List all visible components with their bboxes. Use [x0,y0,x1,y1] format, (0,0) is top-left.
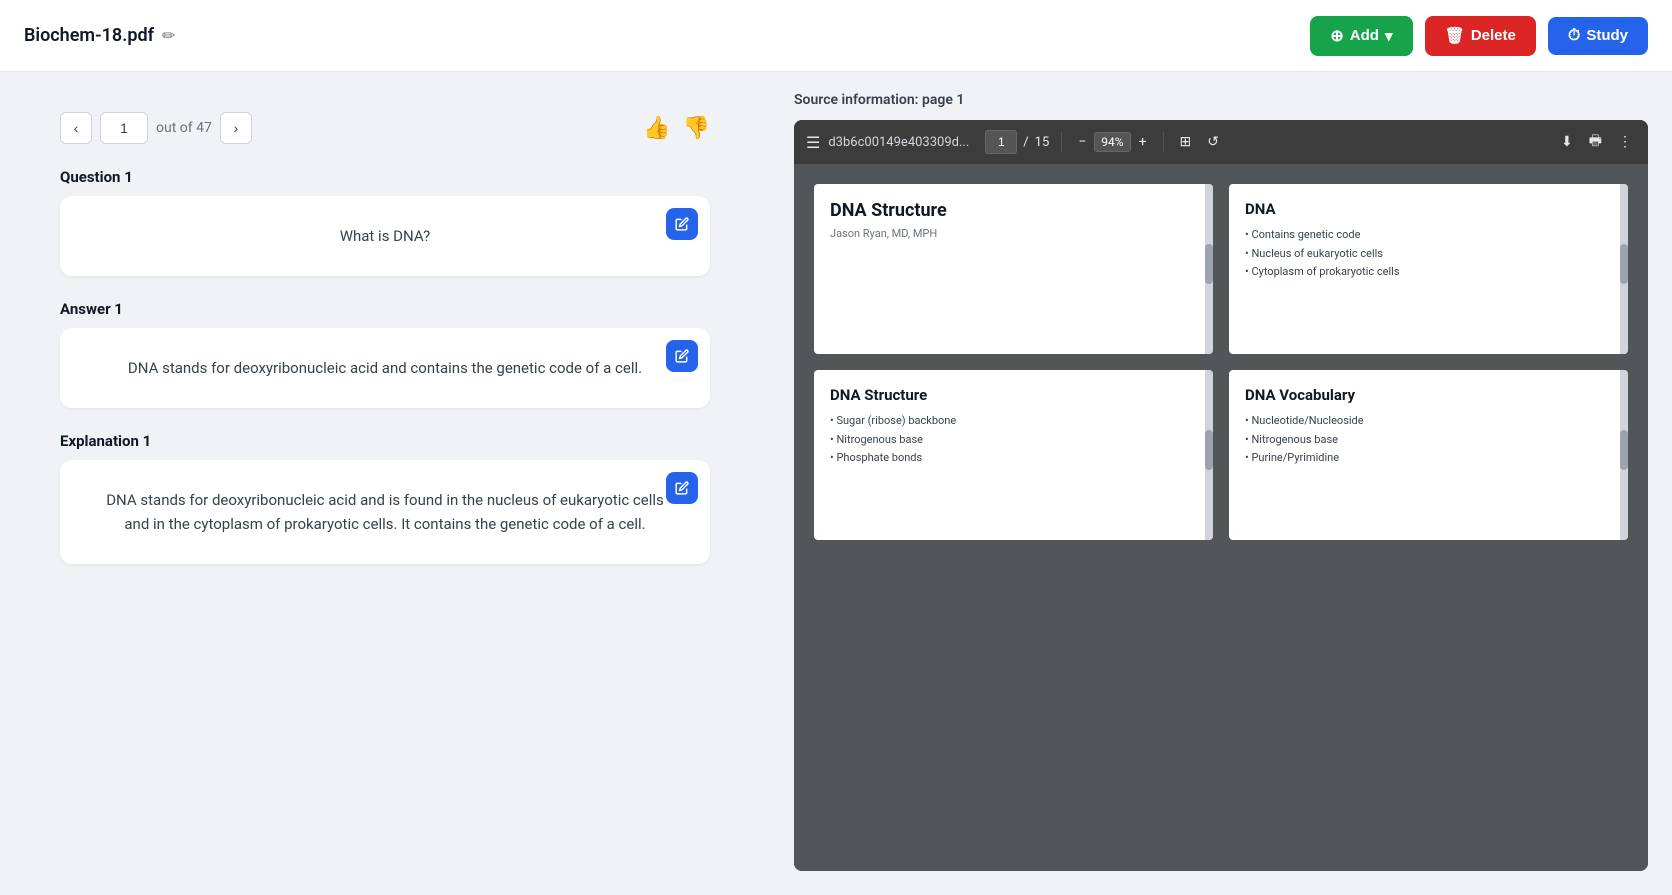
slide-3-scrollbar-thumb [1205,430,1213,470]
slide-3-bullet-2: Nitrogenous base [830,431,1197,450]
left-panel: ‹ out of 47 › 👍 👎 Question 1 What [0,72,770,895]
question-label: Question 1 [60,168,710,186]
page-number-input[interactable] [100,112,148,144]
next-page-button[interactable]: › [220,112,252,144]
slide-1-title: DNA Structure [830,200,1197,221]
study-icon: ⏱ [1568,27,1580,45]
pagination-controls: ‹ out of 47 › [60,112,252,144]
slide-3-header: DNA Structure [830,386,1197,404]
add-icon: ⊕ [1330,26,1343,46]
slide-2-bullet-3: Cytoplasm of prokaryotic cells [1245,263,1612,282]
delete-button[interactable]: 🗑 Delete [1425,16,1536,56]
answer-card: DNA stands for deoxyribonucleic acid and… [60,328,710,408]
slide-1-subtitle: Jason Ryan, MD, MPH [830,227,1197,240]
pdf-fit-page-icon[interactable]: ⊞ [1176,132,1196,152]
pdf-print-icon[interactable]: 🖶 [1585,128,1606,156]
slide-2: DNA Contains genetic code Nucleus of euk… [1229,184,1628,354]
study-label: Study [1586,27,1628,44]
pdf-separator-2 [1163,132,1164,152]
slide-4-inner: DNA Vocabulary Nucleotide/Nucleoside Nit… [1229,370,1628,540]
slide-4-header: DNA Vocabulary [1245,386,1612,404]
study-button[interactable]: ⏱ Study [1548,17,1648,55]
header-left: Biochem-18.pdf ✏ [24,25,175,46]
rating-icons: 👍 👎 [643,116,710,141]
slide-2-scrollbar-thumb [1620,244,1628,284]
slide-4-scrollbar[interactable] [1620,370,1628,540]
pdf-viewer: ☰ d3b6c00149e403309d... / 15 − 94% + ⊞ ↺… [794,120,1648,871]
pdf-total-pages: 15 [1035,135,1050,150]
header: Biochem-18.pdf ✏ ⊕ Add ▾ 🗑 Delete ⏱ Stud… [0,0,1672,72]
slide-3: DNA Structure Sugar (ribose) backbone Ni… [814,370,1213,540]
slide-3-bullet-1: Sugar (ribose) backbone [830,412,1197,431]
answer-edit-button[interactable] [666,340,698,372]
slide-3-scrollbar[interactable] [1205,370,1213,540]
slide-4-bullet-1: Nucleotide/Nucleoside [1245,412,1612,431]
pdf-filename: d3b6c00149e403309d... [828,135,969,150]
answer-section: Answer 1 DNA stands for deoxyribonucleic… [60,300,710,408]
right-panel: Source information: page 1 ☰ d3b6c00149e… [770,72,1672,895]
zoom-in-icon[interactable]: + [1135,132,1151,152]
slide-4: DNA Vocabulary Nucleotide/Nucleoside Nit… [1229,370,1628,540]
delete-icon: 🗑 [1445,26,1465,46]
slide-1: DNA Structure Jason Ryan, MD, MPH [814,184,1213,354]
thumbs-up-icon[interactable]: 👍 [643,116,670,141]
question-text: What is DNA? [92,224,678,248]
pdf-page-input[interactable] [985,130,1017,154]
slide-4-scrollbar-thumb [1620,430,1628,470]
slide-1-scrollbar[interactable] [1205,184,1213,354]
slide-3-inner: DNA Structure Sugar (ribose) backbone Ni… [814,370,1213,540]
explanation-section: Explanation 1 DNA stands for deoxyribonu… [60,432,710,564]
pdf-zoom-value: 94% [1094,132,1130,152]
answer-label: Answer 1 [60,300,710,318]
header-right: ⊕ Add ▾ 🗑 Delete ⏱ Study [1310,16,1648,56]
pdf-page-divider: / [1023,135,1028,150]
explanation-text: DNA stands for deoxyribonucleic acid and… [92,488,678,536]
question-section: Question 1 What is DNA? [60,168,710,276]
document-title: Biochem-18.pdf [24,25,154,46]
add-button[interactable]: ⊕ Add ▾ [1310,16,1412,56]
pdf-separator-1 [1061,132,1062,152]
pdf-more-icon[interactable]: ⋮ [1614,132,1636,152]
edit-title-icon[interactable]: ✏ [162,26,175,45]
slide-2-scrollbar[interactable] [1620,184,1628,354]
thumbs-down-icon[interactable]: 👎 [683,116,710,141]
source-label: Source information: page 1 [794,92,1648,108]
slide-3-bullet-3: Phosphate bonds [830,449,1197,468]
explanation-label: Explanation 1 [60,432,710,450]
pdf-rotate-icon[interactable]: ↺ [1203,132,1223,152]
slide-4-bullet-3: Purine/Pyrimidine [1245,449,1612,468]
slide-2-bullet-1: Contains genetic code [1245,226,1612,245]
slides-grid: DNA Structure Jason Ryan, MD, MPH DNA Co… [814,184,1628,540]
slide-2-inner: DNA Contains genetic code Nucleus of euk… [1229,184,1628,354]
add-label: Add [1350,27,1379,44]
slide-2-header: DNA [1245,200,1612,218]
delete-label: Delete [1471,27,1516,44]
pdf-download-icon[interactable]: ⬇ [1557,132,1577,152]
main-layout: ‹ out of 47 › 👍 👎 Question 1 What [0,72,1672,895]
pagination-bar: ‹ out of 47 › 👍 👎 [60,112,710,144]
pdf-menu-icon[interactable]: ☰ [806,133,820,152]
pdf-content: DNA Structure Jason Ryan, MD, MPH DNA Co… [794,164,1648,871]
answer-text: DNA stands for deoxyribonucleic acid and… [92,356,678,380]
prev-page-button[interactable]: ‹ [60,112,92,144]
pdf-page-controls: / 15 [985,130,1049,154]
pdf-toolbar: ☰ d3b6c00149e403309d... / 15 − 94% + ⊞ ↺… [794,120,1648,164]
add-chevron-icon: ▾ [1385,27,1393,45]
page-of-label: out of 47 [156,120,212,136]
explanation-edit-button[interactable] [666,472,698,504]
slide-1-scrollbar-thumb [1205,244,1213,284]
pdf-zoom-controls: − 94% + [1074,132,1150,152]
slide-1-inner: DNA Structure Jason Ryan, MD, MPH [814,184,1213,354]
slide-4-bullet-2: Nitrogenous base [1245,431,1612,450]
slide-2-bullet-2: Nucleus of eukaryotic cells [1245,245,1612,264]
explanation-card: DNA stands for deoxyribonucleic acid and… [60,460,710,564]
zoom-out-icon[interactable]: − [1074,132,1090,152]
question-card: What is DNA? [60,196,710,276]
question-edit-button[interactable] [666,208,698,240]
